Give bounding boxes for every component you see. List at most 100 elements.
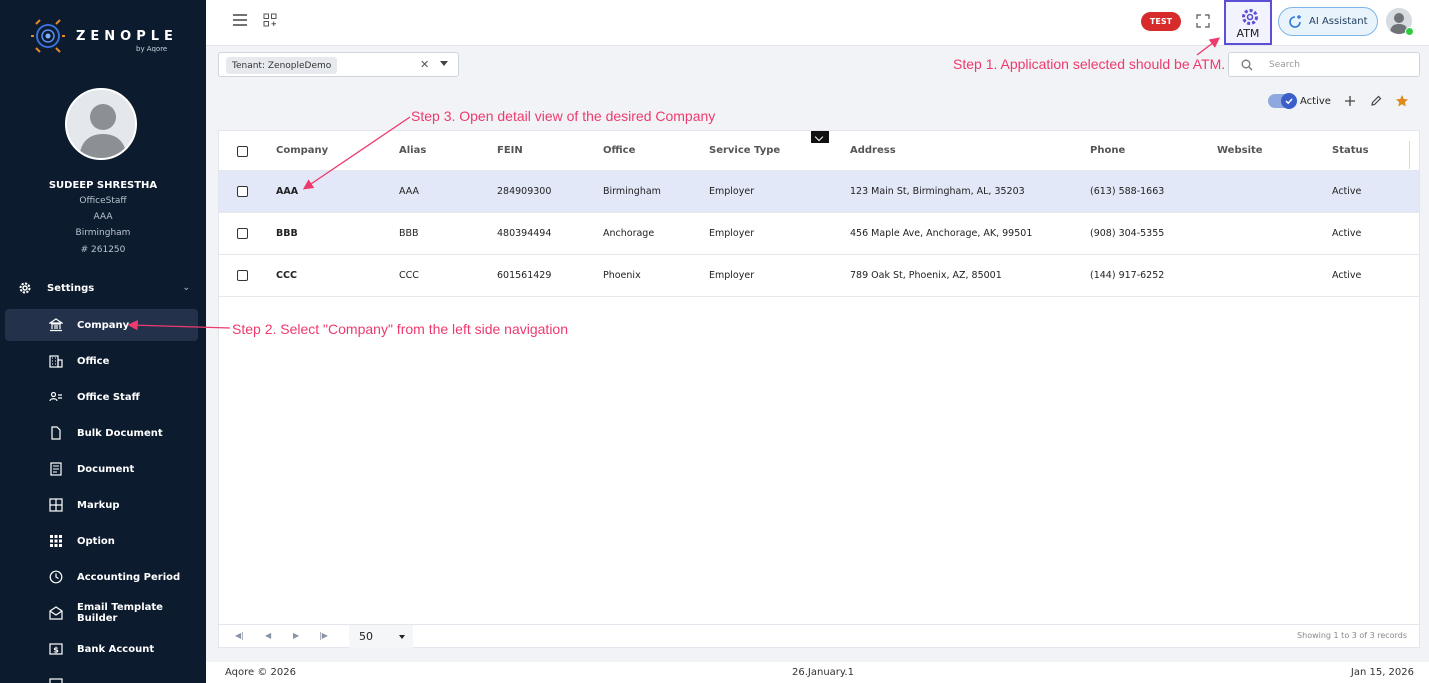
sidebar-item-label: Option — [77, 535, 115, 547]
grid-pager: ◀​| ◀ ▶ |▶ 50 Showing 1 to 3 of 3 record… — [219, 624, 1419, 648]
column-header-alias[interactable]: Alias — [399, 145, 426, 156]
last-page-icon[interactable]: |▶ — [319, 631, 328, 640]
sidebar-item-bulk-document[interactable]: Bulk Document — [5, 417, 198, 449]
cell-office: Anchorage — [603, 228, 655, 239]
sidebar-item-email-template-builder[interactable]: Email Template Builder — [5, 597, 198, 629]
app-selector-label: ATM — [1236, 27, 1260, 40]
apps-grid-icon[interactable] — [263, 13, 277, 27]
building-icon — [49, 355, 63, 368]
sidebar-item-label: Bank Account — [77, 643, 155, 655]
brand-name: ZENOPLE — [76, 29, 178, 44]
user-id: # 261250 — [80, 245, 126, 255]
page-size-value: 50 — [359, 630, 373, 643]
envelope-icon — [49, 606, 63, 620]
search-box[interactable] — [1228, 52, 1420, 77]
sidebar-item-company[interactable]: Company — [5, 309, 198, 341]
dollar-icon: $ — [49, 643, 63, 655]
edit-pencil-icon[interactable] — [1369, 94, 1383, 108]
cell-fein: 480394494 — [497, 228, 552, 239]
column-resize-handle[interactable] — [1409, 141, 1410, 169]
ai-assistant-button[interactable]: AI Assistant — [1278, 7, 1378, 36]
app-selector-atm[interactable]: ATM — [1224, 0, 1272, 45]
add-icon[interactable] — [1343, 94, 1357, 108]
grid-icon — [49, 678, 63, 683]
cell-address: 789 Oak St, Phoenix, AZ, 85001 — [850, 270, 1002, 281]
tenant-select[interactable]: Tenant: ZenopleDemo ✕ — [218, 52, 459, 77]
cell-alias: CCC — [399, 270, 419, 281]
row-checkbox[interactable] — [237, 186, 248, 197]
bank-icon — [49, 318, 63, 332]
sidebar-item-label: Email Template Builder — [77, 602, 163, 624]
document-icon — [50, 462, 62, 476]
cell-address: 456 Maple Ave, Anchorage, AK, 99501 — [850, 228, 1033, 239]
cell-company[interactable]: BBB — [276, 228, 298, 239]
brand-sub: by Aqore — [136, 45, 168, 53]
cell-status: Active — [1332, 186, 1362, 197]
footer: Aqore © 2026 26.January.1 Jan 15, 2026 — [206, 662, 1429, 683]
clock-icon — [49, 570, 63, 584]
column-header-phone[interactable]: Phone — [1090, 145, 1125, 156]
cell-company[interactable]: CCC — [276, 270, 297, 281]
logo-mark-icon — [31, 19, 65, 53]
settings-section-toggle[interactable]: Settings ⌄ — [18, 278, 190, 298]
row-checkbox[interactable] — [237, 228, 248, 239]
sidebar-item-office-staff[interactable]: Office Staff — [5, 381, 198, 413]
column-header-status[interactable]: Status — [1332, 145, 1369, 156]
column-header-service-type[interactable]: Service Type — [709, 145, 780, 156]
hamburger-menu-icon[interactable] — [233, 14, 247, 26]
sidebar-item-markup[interactable]: Markup — [5, 489, 198, 521]
table-row[interactable]: BBB BBB 480394494 Anchorage Employer 456… — [219, 213, 1419, 255]
company-grid: Company Alias FEIN Office Service Type A… — [218, 130, 1420, 648]
table-row[interactable]: CCC CCC 601561429 Phoenix Employer 789 O… — [219, 255, 1419, 297]
column-header-company[interactable]: Company — [276, 145, 328, 156]
active-toggle[interactable] — [1268, 93, 1297, 109]
sidebar-item-accounting-period[interactable]: Accounting Period — [5, 561, 198, 593]
user-name: SUDEEP SHRESTHA — [48, 180, 158, 191]
tenant-value: ZenopleDemo — [267, 60, 332, 71]
caret-down-icon[interactable] — [440, 61, 448, 66]
sidebar-item-label: Markup — [77, 499, 120, 511]
prev-page-icon[interactable]: ◀ — [265, 631, 271, 640]
column-header-fein[interactable]: FEIN — [497, 145, 523, 156]
sidebar-item-label: Office — [77, 355, 110, 367]
tenant-label: Tenant: — [232, 60, 265, 71]
cell-office: Phoenix — [603, 270, 641, 281]
column-header-website[interactable]: Website — [1217, 145, 1263, 156]
sidebar-item-label: Document — [77, 463, 135, 475]
column-header-office[interactable]: Office — [603, 145, 635, 156]
row-checkbox[interactable] — [237, 270, 248, 281]
search-input[interactable] — [1269, 57, 1409, 73]
dots-grid-icon — [50, 535, 62, 547]
column-menu-chevron-icon[interactable] — [811, 131, 829, 143]
cell-company[interactable]: AAA — [276, 186, 298, 197]
sidebar-item-option[interactable]: Option — [5, 525, 198, 557]
first-page-icon[interactable]: ◀​| — [235, 631, 244, 640]
fullscreen-icon[interactable] — [1196, 14, 1210, 28]
next-page-icon[interactable]: ▶ — [293, 631, 299, 640]
table-row[interactable]: AAA AAA 284909300 Birmingham Employer 12… — [219, 171, 1419, 213]
star-icon[interactable] — [1395, 94, 1409, 108]
select-all-checkbox[interactable] — [237, 146, 248, 157]
footer-copyright: Aqore © 2026 — [225, 667, 296, 678]
annotation-step3: Step 3. Open detail view of the desired … — [411, 108, 716, 124]
footer-date: Jan 15, 2026 — [1350, 667, 1414, 678]
brand-logo[interactable]: ZENOPLE by Aqore — [28, 14, 188, 60]
sidebar-item-document[interactable]: Document — [5, 453, 198, 485]
user-role: OfficeStaff — [79, 196, 127, 206]
cell-service-type: Employer — [709, 186, 755, 197]
sidebar-item-bank-account[interactable]: $ Bank Account — [5, 633, 198, 665]
user-avatar[interactable] — [65, 88, 137, 160]
sidebar-item-office[interactable]: Office — [5, 345, 198, 377]
cell-alias: BBB — [399, 228, 419, 239]
cell-phone: (144) 917-6252 — [1090, 270, 1165, 281]
grid-header: Company Alias FEIN Office Service Type A… — [219, 131, 1419, 171]
column-header-address[interactable]: Address — [850, 145, 896, 156]
user-silhouette-icon — [67, 90, 135, 158]
clear-icon[interactable]: ✕ — [420, 58, 429, 71]
sidebar: ZENOPLE by Aqore SUDEEP SHRESTHA OfficeS… — [0, 0, 206, 683]
cell-status: Active — [1332, 270, 1362, 281]
chevron-down-icon: ⌄ — [182, 283, 190, 293]
sidebar-item-partial[interactable] — [5, 669, 198, 683]
page-size-select[interactable]: 50 — [349, 625, 413, 648]
cell-office: Birmingham — [603, 186, 661, 197]
